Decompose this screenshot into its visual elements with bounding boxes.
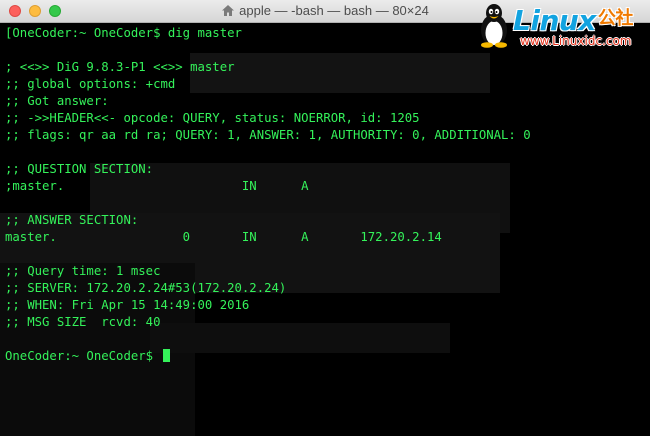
home-folder-icon — [222, 5, 235, 16]
terminal-line: master. 0 IN A 172.20.2.14 — [5, 230, 442, 244]
terminal-line: ;; Query time: 1 msec — [5, 264, 161, 278]
terminal-line: ;master. IN A — [5, 179, 309, 193]
window-title: apple — -bash — bash — 80×24 — [239, 3, 429, 18]
tux-penguin-icon — [481, 4, 507, 48]
terminal-line: ;; flags: qr aa rd ra; QUERY: 1, ANSWER:… — [5, 128, 531, 142]
prompt-line[interactable]: OneCoder:~ OneCoder$ — [5, 348, 171, 365]
logo-brand-cn: 公社 — [597, 8, 634, 29]
terminal-window: apple — -bash — bash — 80×24 [OneCoder:~… — [0, 0, 650, 436]
background-ghost — [190, 53, 490, 93]
terminal-line: ;; WHEN: Fri Apr 15 14:49:00 2016 — [5, 298, 250, 312]
terminal-line: ;; Got answer: — [5, 94, 109, 108]
logo-brand-text: Linux — [513, 4, 596, 37]
terminal-line: [OneCoder:~ OneCoder$ dig master — [5, 26, 242, 40]
logo-brand: Linux 公社 — [513, 4, 633, 37]
terminal-content[interactable]: [OneCoder:~ OneCoder$ dig master ; <<>> … — [0, 23, 650, 436]
text-cursor — [163, 349, 171, 362]
background-ghost — [150, 323, 450, 353]
terminal-line: ;; MSG SIZE rcvd: 40 — [5, 315, 161, 329]
watermark-logo: Linux 公社 www.Linuxidc.com — [475, 0, 650, 52]
terminal-line: ; <<>> DiG 9.8.3-P1 <<>> master — [5, 60, 235, 74]
terminal-line: ;; global options: +cmd — [5, 77, 176, 91]
shell-prompt: OneCoder:~ OneCoder$ — [5, 349, 161, 363]
terminal-line: ;; ->>HEADER<<- opcode: QUERY, status: N… — [5, 111, 420, 125]
terminal-line: ;; ANSWER SECTION: — [5, 213, 139, 227]
terminal-line: ;; QUESTION SECTION: — [5, 162, 154, 176]
terminal-line: ;; SERVER: 172.20.2.24#53(172.20.2.24) — [5, 281, 287, 295]
logo-url: www.Linuxidc.com — [520, 34, 632, 48]
